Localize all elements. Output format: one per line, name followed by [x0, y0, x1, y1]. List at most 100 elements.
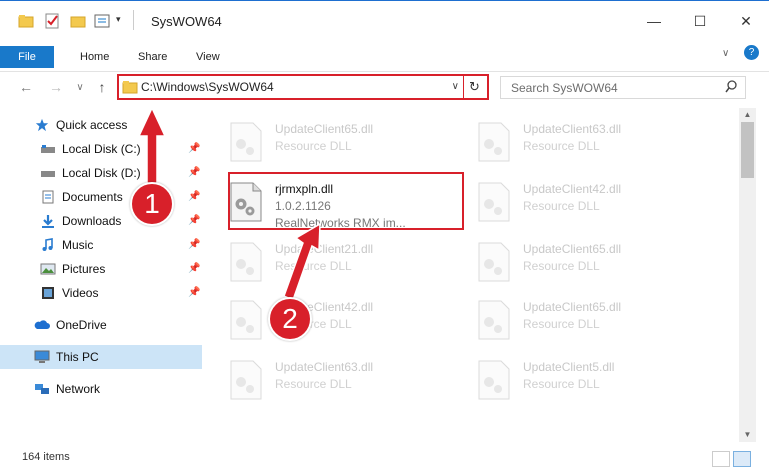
pin-icon[interactable]: 📌 — [188, 263, 200, 274]
sidebar-item-local-disk-c[interactable]: Local Disk (C:) 📌 — [0, 137, 202, 161]
drive-icon — [41, 145, 55, 153]
sidebar-item-music[interactable]: Music 📌 — [0, 233, 202, 257]
star-icon — [35, 118, 49, 132]
search-box[interactable]: Search SysWOW64 — [500, 76, 746, 99]
dll-file-icon — [478, 182, 510, 222]
dll-file-icon — [230, 122, 262, 162]
recent-locations-button[interactable]: ∨ — [70, 82, 90, 93]
tab-view[interactable]: View — [196, 46, 220, 68]
minimize-button[interactable]: — — [631, 1, 677, 41]
dll-file-icon — [230, 300, 262, 340]
dll-file-icon — [478, 242, 510, 282]
file-name: UpdateClient21.dll — [275, 242, 374, 256]
sidebar-item-quick-access[interactable]: Quick access — [0, 113, 202, 137]
sidebar-item-network[interactable]: Network — [0, 377, 202, 401]
sidebar-item-label: This PC — [56, 350, 99, 364]
sidebar-item-label: Local Disk (D:) — [62, 166, 141, 180]
close-button[interactable]: ✕ — [723, 1, 769, 41]
file-description: Resource DLL — [523, 259, 600, 273]
sidebar-item-label: Local Disk (C:) — [62, 142, 141, 156]
file-name: UpdateClient65.dll — [523, 300, 622, 314]
customize-icon[interactable] — [94, 13, 112, 31]
forward-button[interactable]: → — [46, 79, 66, 95]
file-description: Resource DLL — [275, 377, 352, 391]
file-item[interactable]: UpdateClient21.dll Resource DLL — [205, 234, 435, 286]
sidebar-item-label: Network — [56, 382, 101, 396]
new-folder-icon[interactable] — [70, 13, 86, 31]
dll-file-icon — [478, 360, 510, 400]
dll-file-icon — [478, 300, 510, 340]
scroll-up-icon[interactable]: ▲ — [739, 108, 756, 122]
title-bar: ▾ SysWOW64 — ☐ ✕ — [0, 0, 769, 40]
sidebar-item-label: Videos — [62, 286, 99, 300]
address-bar[interactable]: C:\Windows\SysWOW64 ∨ ↻ — [117, 74, 489, 100]
file-item[interactable]: UpdateClient42.dll Resource DLL — [453, 174, 683, 226]
sidebar-item-videos[interactable]: Videos 📌 — [0, 281, 202, 305]
drive-icon — [41, 171, 55, 177]
address-dropdown-icon[interactable]: ∨ — [452, 81, 459, 92]
sidebar-item-this-pc[interactable]: This PC — [0, 345, 202, 369]
scroll-down-icon[interactable]: ▼ — [739, 428, 756, 442]
pin-icon[interactable]: 📌 — [188, 287, 200, 298]
divider — [133, 10, 134, 30]
dll-file-icon — [478, 122, 510, 162]
pin-icon[interactable]: 📌 — [188, 167, 200, 178]
window-title: SysWOW64 — [151, 14, 222, 29]
sidebar-item-label: Music — [62, 238, 94, 252]
file-name: UpdateClient63.dll — [523, 122, 622, 136]
ribbon-expand-icon[interactable]: ∨ — [722, 48, 729, 59]
file-description: Resource DLL — [523, 377, 600, 391]
folder-icon — [122, 81, 138, 94]
documents-icon — [42, 190, 54, 204]
help-button[interactable]: ? — [744, 45, 759, 60]
search-input[interactable]: Search SysWOW64 — [511, 81, 618, 95]
address-path: C:\Windows\SysWOW64 — [141, 80, 274, 94]
refresh-button[interactable]: ↻ — [463, 76, 485, 98]
back-button[interactable]: ← — [16, 79, 36, 95]
pin-icon[interactable]: 📌 — [188, 143, 200, 154]
status-bar: 164 items — [0, 444, 769, 475]
vertical-scrollbar[interactable]: ▲ ▼ — [739, 108, 756, 442]
file-name: UpdateClient65.dll — [523, 242, 622, 256]
sidebar-item-onedrive[interactable]: OneDrive — [0, 313, 202, 337]
cloud-icon — [34, 320, 50, 329]
file-item[interactable]: UpdateClient65.dll Resource DLL — [453, 234, 683, 286]
step-badge-1: 1 — [130, 182, 174, 226]
pin-icon[interactable]: 📌 — [188, 239, 200, 250]
file-name: UpdateClient42.dll — [523, 182, 622, 196]
pin-icon[interactable]: 📌 — [188, 191, 200, 202]
file-name: UpdateClient63.dll — [275, 360, 374, 374]
file-name: UpdateClient5.dll — [523, 360, 615, 374]
scrollbar-thumb[interactable] — [741, 122, 754, 178]
file-item[interactable]: UpdateClient5.dll Resource DLL — [453, 352, 683, 404]
videos-icon — [42, 287, 54, 299]
computer-icon — [34, 350, 50, 363]
properties-icon[interactable] — [44, 13, 60, 31]
pictures-icon — [40, 263, 56, 275]
dll-file-icon — [230, 242, 262, 282]
file-item[interactable]: UpdateClient63.dll Resource DLL — [205, 352, 435, 404]
details-view-button[interactable] — [712, 451, 730, 467]
file-item[interactable]: UpdateClient65.dll Resource DLL — [453, 292, 683, 344]
download-icon — [42, 215, 54, 228]
tiles-view-button[interactable] — [733, 451, 751, 467]
item-count: 164 items — [22, 451, 70, 463]
pin-icon[interactable]: 📌 — [188, 215, 200, 226]
maximize-button[interactable]: ☐ — [677, 1, 723, 41]
sidebar-item-label: Quick access — [56, 118, 128, 132]
tab-file[interactable]: File — [0, 46, 54, 68]
search-icon[interactable] — [725, 80, 737, 94]
tab-home[interactable]: Home — [80, 46, 109, 68]
file-item[interactable]: UpdateClient63.dll Resource DLL — [453, 114, 683, 166]
sidebar-item-local-disk-d[interactable]: Local Disk (D:) 📌 — [0, 161, 202, 185]
file-item[interactable]: UpdateClient65.dll Resource DLL — [205, 114, 435, 166]
sidebar-item-pictures[interactable]: Pictures 📌 — [0, 257, 202, 281]
qa-dropdown-icon[interactable]: ▾ — [116, 14, 121, 25]
sidebar-item-label: OneDrive — [56, 318, 107, 332]
folder-icon[interactable] — [18, 13, 34, 31]
file-description: Resource DLL — [523, 139, 600, 153]
up-button[interactable]: ↑ — [92, 79, 112, 95]
file-item[interactable]: UpdateClient42.dll Resource DLL — [205, 292, 435, 344]
tab-share[interactable]: Share — [138, 46, 167, 68]
ribbon-tabs: Home Share View ∨ ? — [0, 40, 769, 72]
